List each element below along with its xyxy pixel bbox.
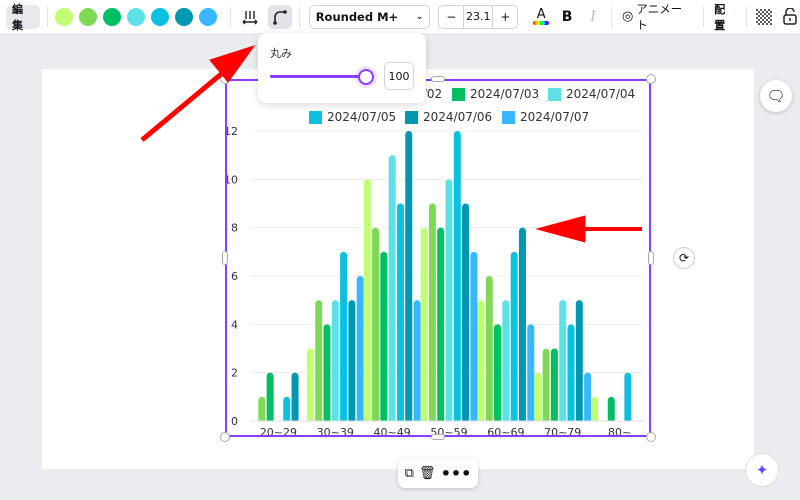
rounding-popup: 丸み 100	[258, 33, 426, 103]
comment-icon: 🗨	[766, 87, 786, 105]
resize-handle-bottom[interactable]	[431, 434, 445, 440]
resize-handle-left[interactable]	[222, 251, 228, 265]
resize-handle-top-right[interactable]	[646, 74, 656, 84]
element-actions-bar: ⧉ 🗑 •••	[398, 458, 478, 488]
rounding-label: 丸み	[270, 47, 292, 60]
add-comment-button[interactable]: 🗨	[760, 80, 792, 112]
resize-handle-right[interactable]	[648, 251, 654, 265]
resize-handle-top[interactable]	[431, 76, 445, 82]
rounding-slider-track[interactable]	[270, 75, 366, 78]
trash-icon[interactable]: 🗑	[419, 466, 436, 481]
more-icon[interactable]: •••	[441, 464, 472, 483]
duplicate-icon[interactable]: ⧉	[405, 466, 414, 481]
rotate-icon[interactable]: ⟳	[674, 248, 694, 268]
resize-handle-bottom-left[interactable]	[220, 432, 230, 442]
resize-handle-bottom-right[interactable]	[646, 432, 656, 442]
rounding-slider-thumb[interactable]	[358, 69, 374, 85]
sparkle-icon: ✦	[755, 461, 769, 479]
rounding-value-input[interactable]: 100	[384, 62, 414, 90]
magic-assistant-button[interactable]: ✦	[746, 454, 778, 486]
resize-handle-top-left[interactable]	[220, 74, 230, 84]
selection-frame	[225, 79, 651, 437]
